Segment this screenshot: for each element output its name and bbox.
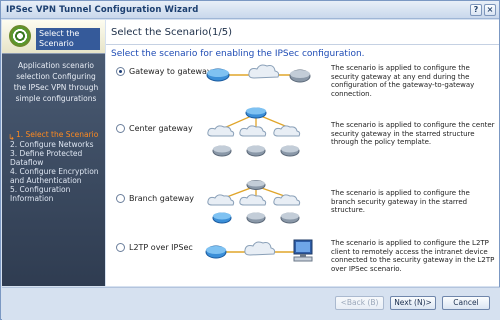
center-gateway-label[interactable]: Center gateway (129, 124, 193, 133)
title-divider (106, 44, 499, 45)
center-gateway-radio[interactable] (116, 124, 125, 133)
step-configure-encryption: 4. Configure Encryption and Authenticati… (10, 167, 99, 185)
step-define-dataflow: 3. Define Protected Dataflow (10, 149, 83, 167)
branch-gateway-diagram (207, 180, 301, 224)
title-bar[interactable]: IPSec VPN Tunnel Configuration Wizard ? … (1, 1, 499, 19)
gateway-to-gateway-description: The scenario is applied to configure the… (331, 64, 475, 98)
l2tp-over-ipsec-diagram (205, 239, 313, 262)
sidebar-intro: Application scenario selection Configuri… (13, 61, 99, 103)
wizard-sidebar: Select the Scenario Application scenario… (2, 20, 105, 286)
sidebar-header-label: Select the Scenario (36, 28, 100, 50)
step-configure-networks: 2. Configure Networks (10, 139, 94, 149)
next-button[interactable]: Next (N)> (390, 296, 436, 310)
wizard-window: IPSec VPN Tunnel Configuration Wizard ? … (0, 0, 500, 320)
step-select-scenario: 1. Select the Scenario (16, 130, 99, 139)
window-title: IPSec VPN Tunnel Configuration Wizard (6, 5, 199, 15)
l2tp-over-ipsec-label[interactable]: L2TP over IPSec (129, 243, 193, 252)
wizard-content: Select the Scenario(1/5) Select the scen… (106, 20, 499, 286)
branch-gateway-radio[interactable] (116, 194, 125, 203)
gateway-to-gateway-diagram (206, 64, 311, 83)
target-icon (9, 25, 31, 47)
step-configuration-information: 5. Configuration Information (10, 185, 71, 203)
sidebar-header: Select the Scenario (2, 20, 105, 54)
center-gateway-description: The scenario is applied to configure the… (331, 121, 495, 146)
branch-gateway-description: The scenario is applied to configure the… (331, 189, 470, 214)
wizard-footer: <Back (B) Next (N)> Cancel (2, 287, 500, 320)
help-button[interactable]: ? (470, 4, 482, 16)
current-step-arrow-icon: ↳ (8, 133, 15, 142)
l2tp-over-ipsec-description: The scenario is applied to configure the… (331, 239, 495, 273)
center-gateway-diagram (207, 107, 301, 157)
close-button[interactable]: × (484, 4, 496, 16)
back-button[interactable]: <Back (B) (335, 296, 384, 310)
cancel-button[interactable]: Cancel (442, 296, 490, 310)
page-subtitle: Select the scenario for enabling the IPS… (111, 49, 365, 59)
step-list: ↳ 1. Select the Scenario 2. Configure Ne… (8, 130, 104, 204)
gateway-to-gateway-label[interactable]: Gateway to gateway (129, 67, 212, 76)
gateway-to-gateway-radio[interactable] (116, 67, 125, 76)
page-title: Select the Scenario(1/5) (111, 27, 232, 38)
l2tp-over-ipsec-radio[interactable] (116, 243, 125, 252)
branch-gateway-label[interactable]: Branch gateway (129, 194, 194, 203)
